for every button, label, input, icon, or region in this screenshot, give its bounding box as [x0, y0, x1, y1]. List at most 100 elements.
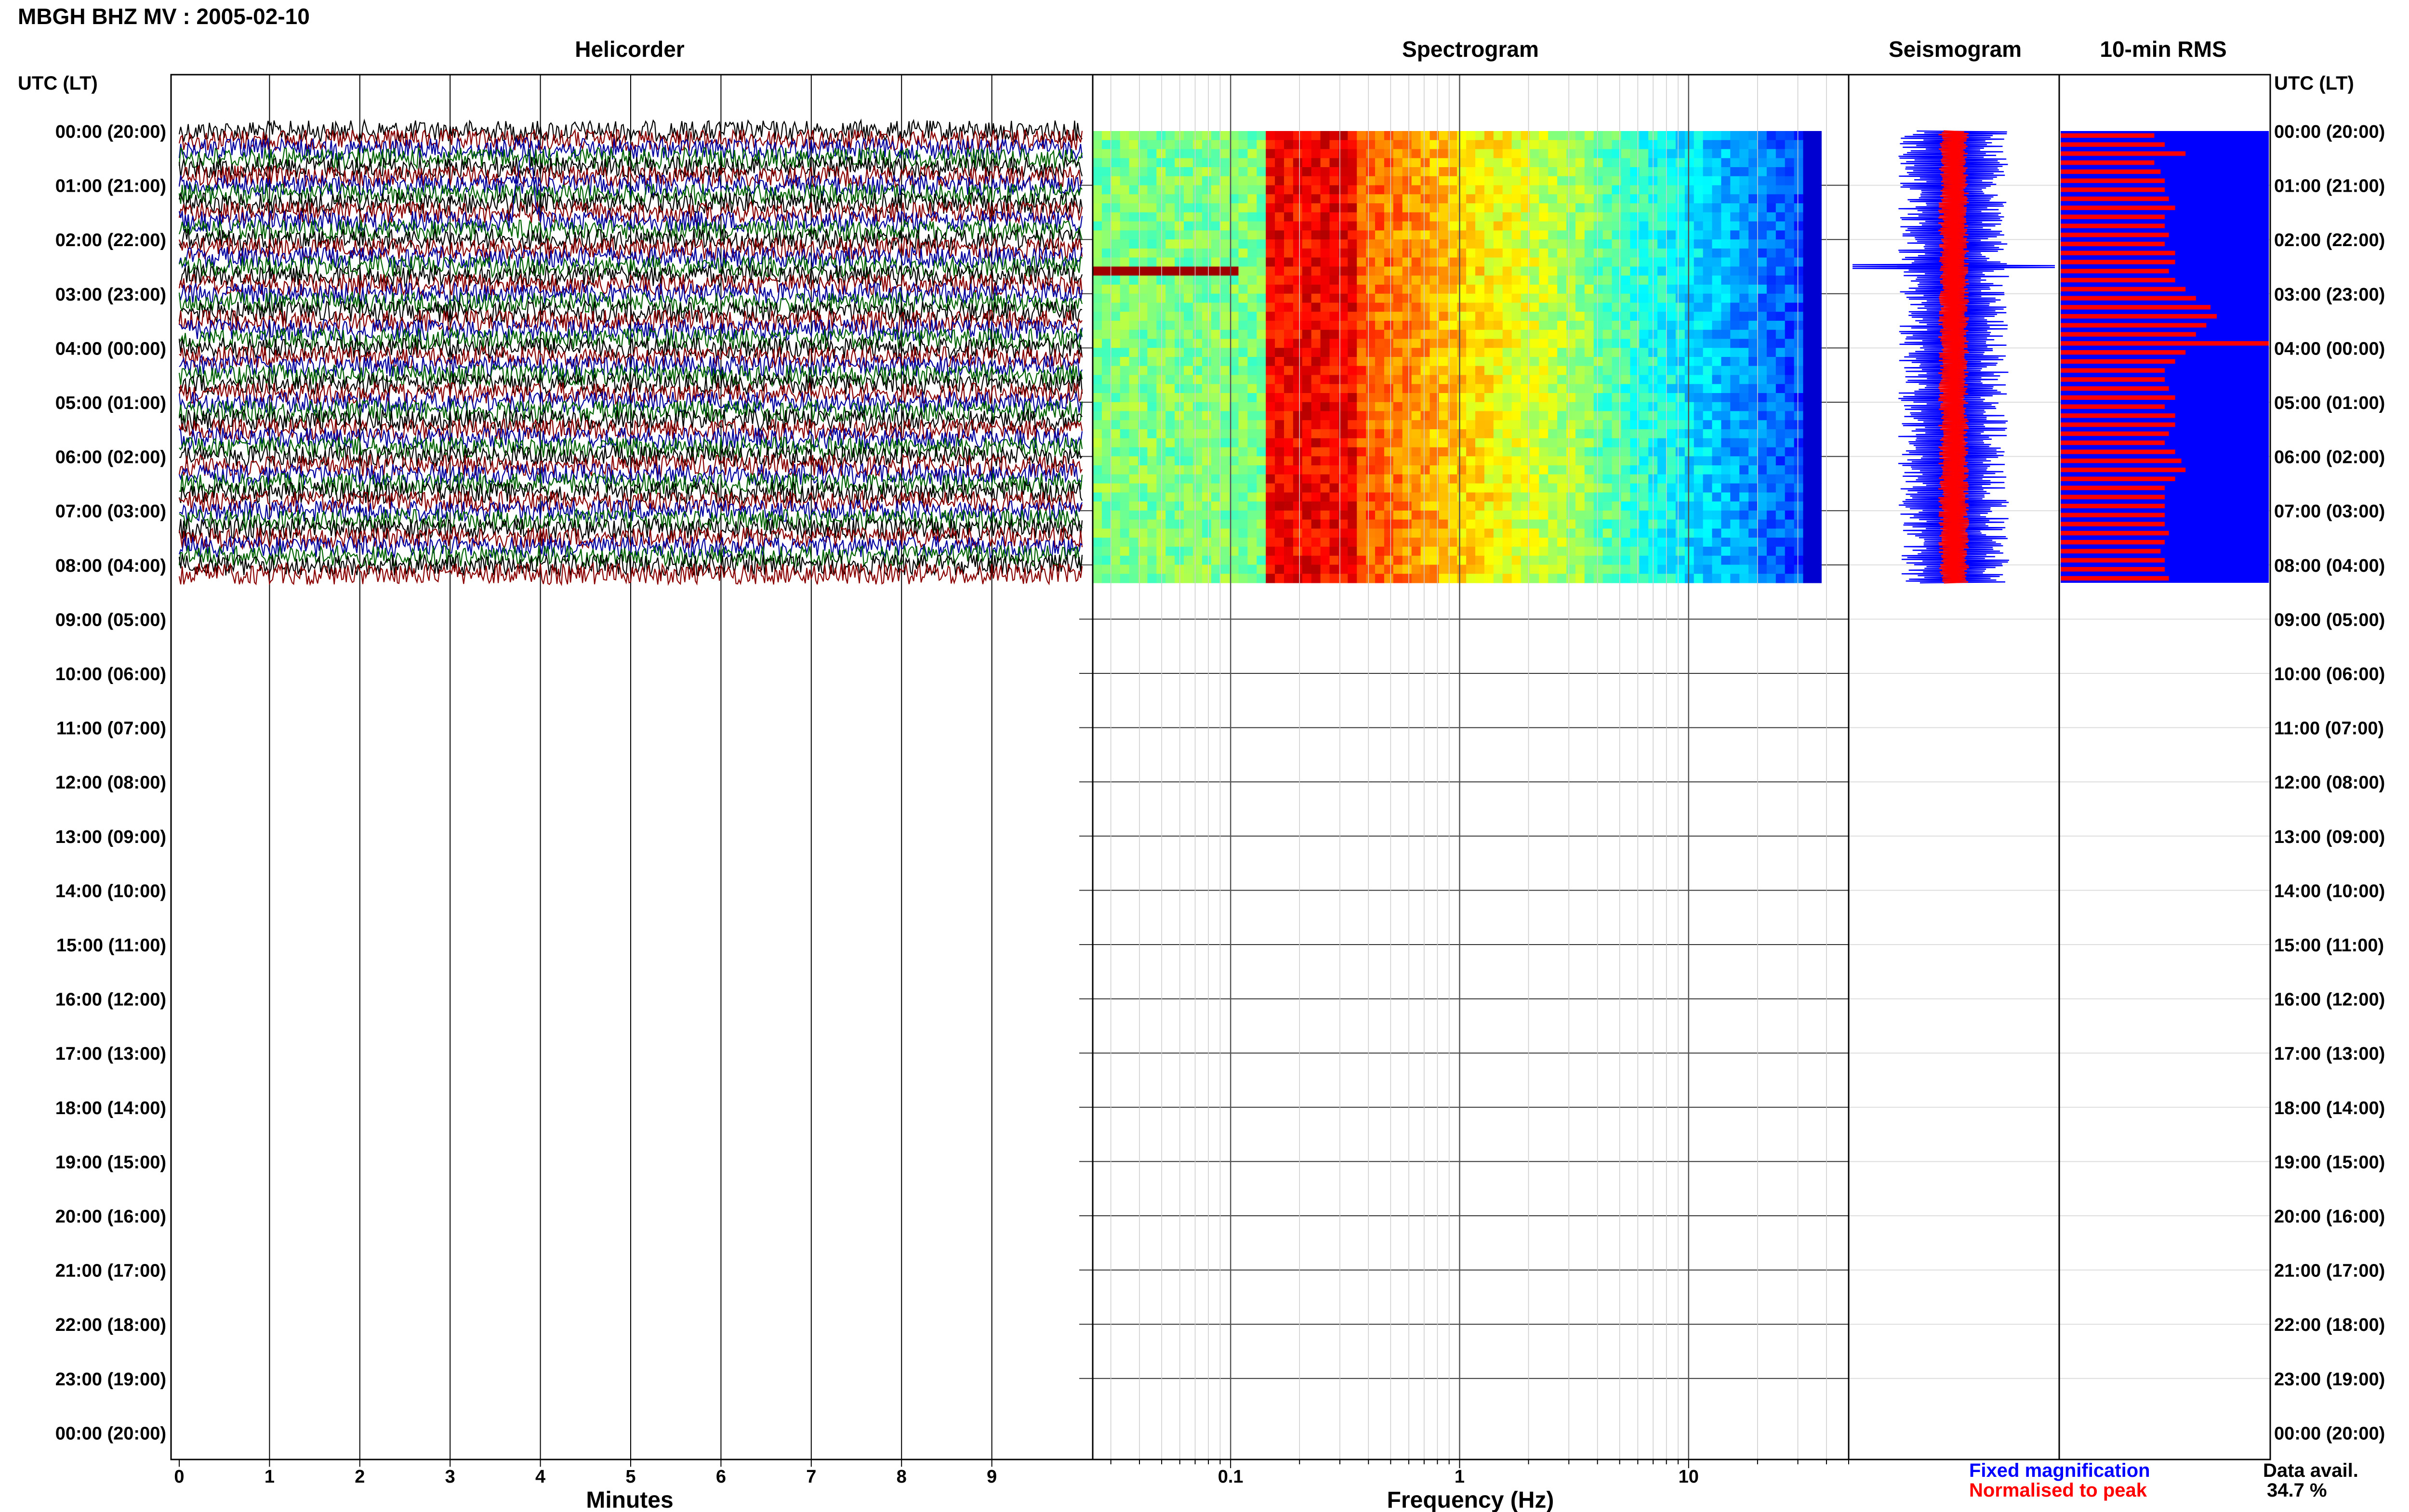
- spectrogram-cell: [1657, 483, 1667, 493]
- spectrogram-cell: [1530, 519, 1539, 529]
- spectrogram-cell: [1393, 555, 1403, 565]
- spectrogram-cell: [1393, 158, 1403, 168]
- spectrogram-cell: [1466, 158, 1476, 168]
- spectrogram-cell: [1675, 375, 1685, 384]
- spectrogram-cell: [1575, 320, 1585, 330]
- spectrogram-cell: [1457, 320, 1467, 330]
- spectrogram-cell: [1329, 185, 1339, 195]
- spectrogram-cell: [1758, 348, 1767, 357]
- spectrogram-cell: [1502, 402, 1512, 412]
- spectrogram-cell: [1502, 239, 1512, 249]
- spectrogram-cell: [1348, 519, 1357, 529]
- spectrogram-cell: [1202, 329, 1212, 340]
- spectrogram-cell: [1775, 546, 1786, 556]
- rms-normalised-bar: [2061, 395, 2175, 400]
- spectrogram-cell: [1639, 492, 1649, 502]
- spectrogram-cell: [1111, 276, 1121, 285]
- spectrogram-cell: [1302, 140, 1312, 150]
- spectrogram-cell: [1275, 203, 1284, 213]
- spectrogram-cell: [1357, 329, 1366, 340]
- spectrogram-cell: [1366, 203, 1376, 213]
- spectrogram-cell: [1238, 375, 1248, 384]
- spectrogram-cell: [1120, 312, 1130, 321]
- spectrogram-cell: [1794, 293, 1804, 303]
- spectrogram-cell: [1739, 194, 1749, 204]
- x-tick-label: 2: [355, 1467, 365, 1487]
- spectrogram-cell: [1557, 212, 1567, 222]
- spectrogram-cell: [1557, 357, 1567, 367]
- spectrogram-cell: [1566, 276, 1576, 285]
- spectrogram-cell: [1411, 465, 1421, 475]
- spectrogram-cell: [1147, 248, 1157, 258]
- spectrogram-cell: [1639, 329, 1649, 340]
- spectrogram-cell: [1093, 384, 1102, 394]
- spectrogram-cell: [1111, 519, 1121, 529]
- spectrogram-cell: [1721, 140, 1731, 150]
- spectrogram-cell: [1120, 257, 1130, 267]
- spectrogram-cell: [1320, 456, 1330, 466]
- spectrogram-cell: [1675, 538, 1685, 547]
- spectrogram-cell: [1812, 230, 1822, 240]
- spectrogram-cell: [1584, 429, 1594, 439]
- spectrogram-cell: [1803, 438, 1813, 448]
- time-label-right: 20:00 (16:00): [2274, 1207, 2385, 1227]
- spectrogram-cell: [1192, 429, 1203, 439]
- spectrogram-cell: [1293, 312, 1303, 321]
- spectrogram-cell: [1293, 357, 1303, 367]
- spectrogram-cell: [1093, 194, 1102, 204]
- spectrogram-cell: [1101, 447, 1112, 457]
- spectrogram-cell: [1593, 257, 1603, 267]
- spectrogram-cell: [1548, 302, 1558, 312]
- spectrogram-cell: [1402, 574, 1412, 583]
- x-tick-label: 1: [1455, 1467, 1465, 1487]
- spectrogram-cell: [1457, 429, 1467, 439]
- spectrogram-cell: [1420, 565, 1430, 574]
- spectrogram-cell: [1111, 375, 1121, 384]
- spectrogram-cell: [1111, 483, 1121, 493]
- spectrogram-cell: [1466, 212, 1476, 222]
- spectrogram-cell: [1675, 492, 1685, 502]
- spectrogram-cell: [1266, 366, 1275, 376]
- spectrogram-cell: [1129, 266, 1139, 276]
- spectrogram-cell: [1593, 149, 1603, 158]
- spectrogram-cell: [1411, 411, 1421, 421]
- spectrogram-cell: [1493, 447, 1503, 457]
- spectrogram-cell: [1694, 158, 1704, 168]
- spectrogram-cell: [1247, 149, 1257, 158]
- spectrogram-cell: [1311, 538, 1321, 547]
- spectrogram-cell: [1211, 194, 1221, 204]
- time-label-right: 01:00 (21:00): [2274, 176, 2385, 197]
- spectrogram-cell: [1739, 257, 1749, 267]
- spectrogram-cell: [1493, 276, 1503, 285]
- spectrogram-cell: [1475, 519, 1485, 529]
- spectrogram-cell: [1475, 366, 1485, 376]
- spectrogram-cell: [1466, 456, 1476, 466]
- spectrogram-cell: [1302, 565, 1312, 574]
- spectrogram-cell: [1320, 366, 1330, 376]
- spectrogram-cell: [1384, 248, 1394, 258]
- spectrogram-cell: [1293, 393, 1303, 403]
- spectrogram-cell: [1165, 492, 1175, 502]
- spectrogram-cell: [1548, 357, 1558, 367]
- spectrogram-cell: [1302, 411, 1312, 421]
- spectrogram-cell: [1675, 320, 1685, 330]
- spectrogram-cell: [1511, 429, 1522, 439]
- spectrogram-cell: [1357, 501, 1366, 511]
- spectrogram-cell: [1175, 329, 1184, 340]
- spectrogram-cell: [1320, 131, 1330, 141]
- spectrogram-cell: [1320, 402, 1330, 412]
- spectrogram-cell: [1111, 312, 1121, 321]
- spectrogram-cell: [1202, 492, 1212, 502]
- spectrogram-cell: [1466, 284, 1476, 294]
- spectrogram-cell: [1794, 212, 1804, 222]
- spectrogram-cell: [1175, 411, 1184, 421]
- spectrogram-cell: [1184, 257, 1193, 267]
- spectrogram-cell: [1393, 248, 1403, 258]
- spectrogram-cell: [1584, 366, 1594, 376]
- spectrogram-cell: [1721, 447, 1731, 457]
- spectrogram-cell: [1111, 456, 1121, 466]
- spectrogram-cell: [1211, 339, 1221, 348]
- spectrogram-cell: [1566, 266, 1576, 276]
- spectrogram-cell: [1794, 320, 1804, 330]
- spectrogram-cell: [1320, 320, 1330, 330]
